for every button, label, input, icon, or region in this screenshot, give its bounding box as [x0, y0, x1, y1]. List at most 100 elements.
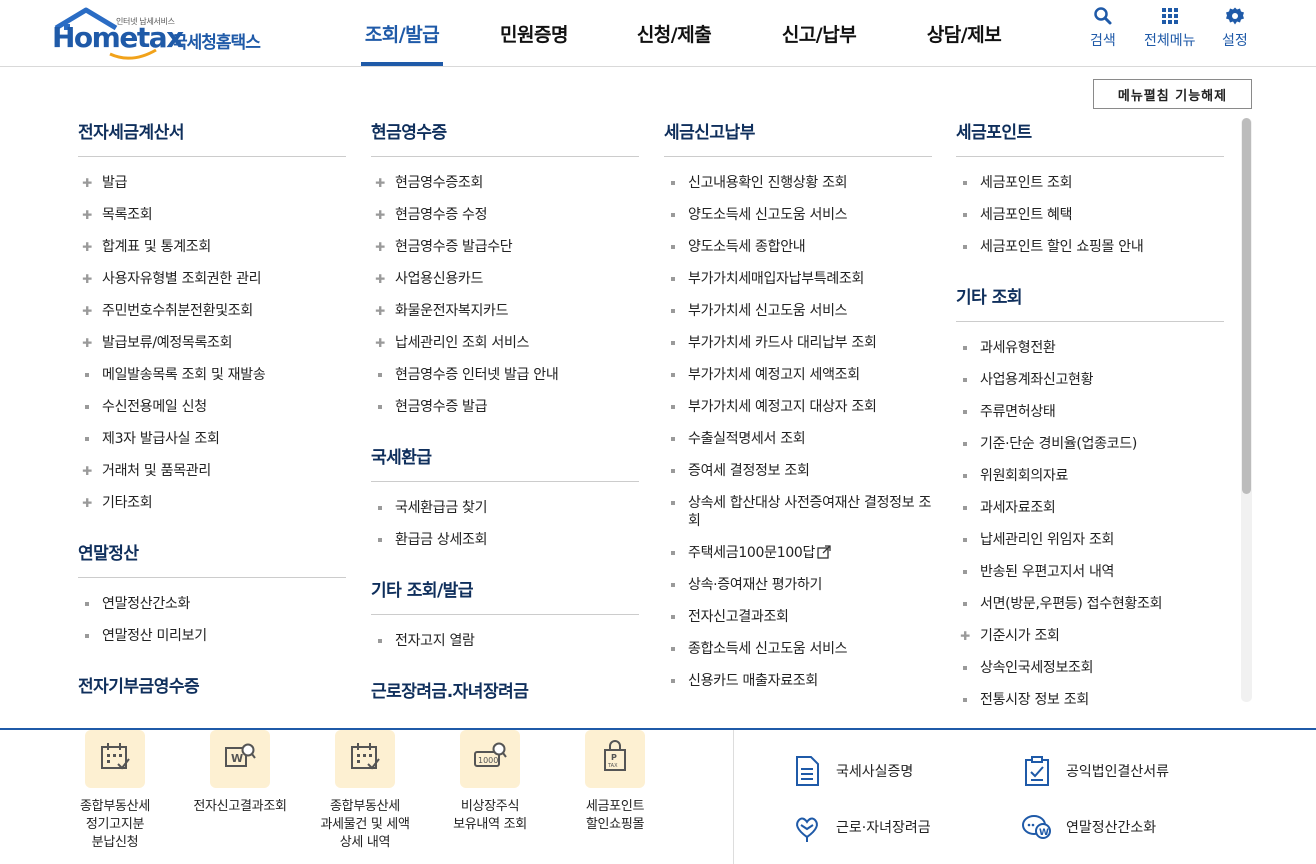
stock-search-icon: 1000 [473, 740, 507, 778]
menu-item[interactable]: 메일발송목록 조회 및 재발송 [78, 359, 346, 391]
menu-item[interactable]: ✚ 현금영수증 발급수단 [371, 231, 639, 263]
quick-link-item[interactable]: W 연말정산간소화 [1020, 810, 1156, 844]
menu-item[interactable]: 기준·단순 경비율(업종코드) [956, 428, 1224, 460]
menu-item[interactable]: 서면(방문,우편등) 접수현황조회 [956, 588, 1224, 620]
menu-item[interactable]: 현금영수증 발급 [371, 391, 639, 423]
menu-item-label: 현금영수증 발급수단 [395, 239, 513, 255]
menu-item[interactable]: 연말정산간소화 [78, 588, 346, 620]
menu-item[interactable]: ✚ 주민번호수취분전환및조회 [78, 295, 346, 327]
menu-item[interactable]: ✚ 화물운전자복지카드 [371, 295, 639, 327]
quick-service-item[interactable]: 종합부동산세 과세물건 및 세액 상세 내역 [305, 730, 425, 852]
menu-item[interactable]: ✚ 목록조회 [78, 199, 346, 231]
menu-section-title[interactable]: 전자세금계산서 [78, 118, 346, 157]
menu-item[interactable]: 신용카드 매출자료조회 [664, 665, 932, 697]
menu-item[interactable]: 연말정산 미리보기 [78, 620, 346, 652]
menu-item[interactable]: 상속세 합산대상 사전증여재산 결정정보 조회 [664, 487, 932, 537]
menu-item[interactable]: 신고내용확인 진행상황 조회 [664, 167, 932, 199]
menu-scrollbar[interactable] [1241, 118, 1252, 702]
menu-section-title[interactable]: 세금신고납부 [664, 118, 932, 157]
quick-service-item[interactable]: P TAX 세금포인트 할인쇼핑몰 [555, 730, 675, 834]
menu-item[interactable]: 주택세금100문100답 [664, 537, 932, 569]
menu-item[interactable]: 세금포인트 혜택 [956, 199, 1224, 231]
menu-item[interactable]: ✚ 거래처 및 품목관리 [78, 455, 346, 487]
menu-item[interactable]: 증여세 결정정보 조회 [664, 455, 932, 487]
nav-item-civil-certificates[interactable]: 민원증명 [464, 0, 604, 66]
menu-item[interactable]: ✚ 기타조회 [78, 487, 346, 519]
menu-item[interactable]: 상속·증여재산 평가하기 [664, 569, 932, 601]
scrollbar-thumb[interactable] [1242, 118, 1251, 494]
menu-item[interactable]: ✚ 현금영수증조회 [371, 167, 639, 199]
menu-item[interactable]: 국세환급금 찾기 [371, 492, 639, 524]
menu-item[interactable]: 양도소득세 종합안내 [664, 231, 932, 263]
menu-section-title[interactable]: 기타 조회/발급 [371, 576, 639, 615]
menu-item[interactable]: ✚ 현금영수증 수정 [371, 199, 639, 231]
svg-text:W: W [1039, 828, 1049, 838]
menu-item-label: 서면(방문,우편등) 접수현황조회 [980, 596, 1163, 612]
hometax-logo[interactable]: 인터넷 납세서비스 Hometax 국세청홈택스 [52, 6, 292, 62]
quick-icon-box [85, 730, 145, 788]
menu-section-title[interactable]: 기타 조회 [956, 283, 1224, 322]
menu-item[interactable]: ✚ 기준시가 조회 [956, 620, 1224, 652]
menu-column: 세금포인트세금포인트 조회 세금포인트 혜택 세금포인트 할인 쇼핑몰 안내기타 조… [956, 118, 1224, 716]
settings-button[interactable]: 설정 [1222, 6, 1248, 50]
menu-item[interactable]: ✚ 발급보류/예정목록조회 [78, 327, 346, 359]
nav-item-inquiry-issuance[interactable]: 조회/발급 [340, 0, 464, 66]
nav-item-consult-report[interactable]: 상담/제보 [894, 0, 1034, 66]
bullet-icon [666, 174, 680, 192]
menu-item[interactable]: 상속인국세정보조회 [956, 652, 1224, 684]
menu-item[interactable]: 부가가치세 예정고지 세액조회 [664, 359, 932, 391]
menu-item[interactable]: 부가가치세 신고도움 서비스 [664, 295, 932, 327]
quick-service-item[interactable]: W 전자신고결과조회 [180, 730, 300, 816]
menu-section-title[interactable]: 연말정산 [78, 539, 346, 578]
quick-link-item[interactable]: 근로·자녀장려금 [790, 810, 931, 844]
menu-item[interactable]: 사업용계좌신고현황 [956, 364, 1224, 396]
menu-item[interactable]: 양도소득세 신고도움 서비스 [664, 199, 932, 231]
menu-item[interactable]: 부가가치세매입자납부특례조회 [664, 263, 932, 295]
quick-link-label: 연말정산간소화 [1066, 820, 1157, 836]
menu-item[interactable]: 환급금 상세조회 [371, 524, 639, 556]
menu-item[interactable]: 부가가치세 카드사 대리납부 조회 [664, 327, 932, 359]
quick-service-item[interactable]: 종합부동산세 정기고지분 분납신청 [55, 730, 175, 852]
menu-item[interactable]: ✚ 합계표 및 통계조회 [78, 231, 346, 263]
search-button[interactable]: 검색 [1090, 6, 1116, 50]
menu-item[interactable]: ✚ 납세관리인 조회 서비스 [371, 327, 639, 359]
menu-item[interactable]: 세금포인트 할인 쇼핑몰 안내 [956, 231, 1224, 263]
quick-link-item[interactable]: 국세사실증명 [790, 754, 913, 788]
menu-item-label: 수신전용메일 신청 [102, 399, 207, 415]
menu-item[interactable]: 반송된 우편고지서 내역 [956, 556, 1224, 588]
menu-item[interactable]: 제3자 발급사실 조회 [78, 423, 346, 455]
menu-item[interactable]: 과세유형전환 [956, 332, 1224, 364]
menu-item[interactable]: 현금영수증 인터넷 발급 안내 [371, 359, 639, 391]
menu-section-title[interactable]: 국세환급 [371, 443, 639, 482]
menu-section-title[interactable]: 근로장려금.자녀장려금 [371, 677, 639, 716]
menu-section-title[interactable]: 세금포인트 [956, 118, 1224, 157]
menu-item-label: 사업용신용카드 [395, 271, 484, 287]
menu-item[interactable]: 수신전용메일 신청 [78, 391, 346, 423]
menu-item[interactable]: 전통시장 정보 조회 [956, 684, 1224, 716]
menu-section-title[interactable]: 현금영수증 [371, 118, 639, 157]
menu-section-title[interactable]: 전자기부금영수증 [78, 672, 346, 711]
menu-item[interactable]: 세금포인트 조회 [956, 167, 1224, 199]
menu-unfold-disable-button[interactable]: 메뉴펼침 기능해제 [1093, 79, 1252, 109]
menu-item[interactable]: 수출실적명세서 조회 [664, 423, 932, 455]
quick-service-label: 전자신고결과조회 [193, 799, 287, 814]
menu-item-label: 환급금 상세조회 [395, 532, 488, 548]
menu-item[interactable]: ✚ 사용자유형별 조회권한 관리 [78, 263, 346, 295]
nav-item-report-payment[interactable]: 신고/납부 [744, 0, 894, 66]
menu-item[interactable]: 종합소득세 신고도움 서비스 [664, 633, 932, 665]
menu-item[interactable]: 위원회회의자료 [956, 460, 1224, 492]
menu-item[interactable]: ✚ 발급 [78, 167, 346, 199]
menu-item[interactable]: 납세관리인 위임자 조회 [956, 524, 1224, 556]
menu-item[interactable]: 전자고지 열람 [371, 625, 639, 657]
menu-item[interactable]: 부가가치세 예정고지 대상자 조회 [664, 391, 932, 423]
quick-service-item[interactable]: 1000 비상장주식 보유내역 조회 [430, 730, 550, 834]
menu-item[interactable]: 전자신고결과조회 [664, 601, 932, 633]
search-icon [1094, 7, 1112, 25]
quick-link-item[interactable]: 공익법인결산서류 [1020, 754, 1169, 788]
all-menu-button[interactable]: 전체메뉴 [1144, 6, 1196, 50]
menu-item[interactable]: ✚ 사업용신용카드 [371, 263, 639, 295]
menu-item[interactable]: 주류면허상태 [956, 396, 1224, 428]
nav-item-application-submission[interactable]: 신청/제출 [604, 0, 744, 66]
menu-item[interactable]: 과세자료조회 [956, 492, 1224, 524]
bullet-icon [666, 430, 680, 448]
